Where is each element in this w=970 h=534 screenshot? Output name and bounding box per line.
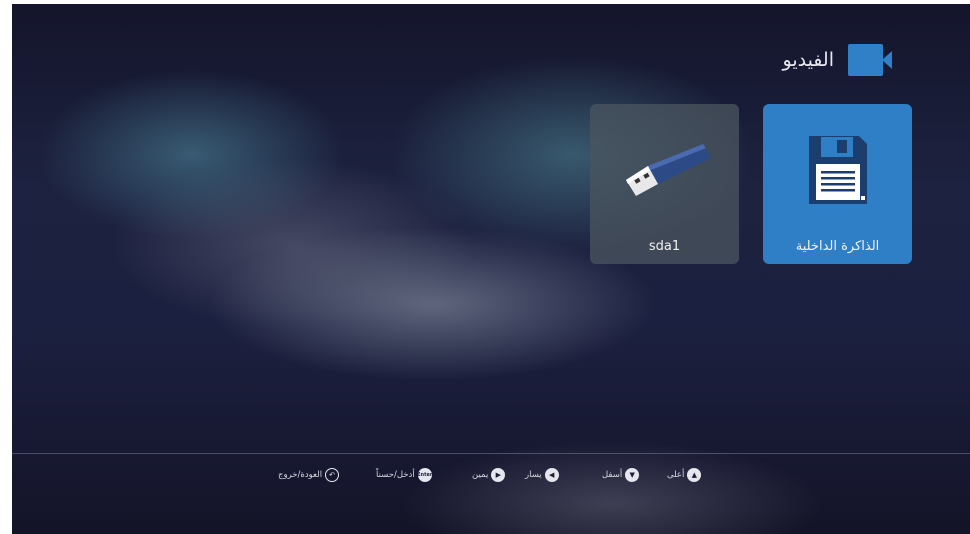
hint-up: أعلى ▲ bbox=[667, 468, 702, 482]
footer-divider bbox=[12, 453, 970, 454]
hint-label: أدخل/حسناً bbox=[376, 470, 415, 480]
screen: الفيديو الذاكرة الداخلية sda1 أعلى ▲ أسف… bbox=[12, 4, 970, 534]
page-header: الفيديو bbox=[782, 44, 892, 76]
back-return-icon: ↶ bbox=[325, 468, 340, 482]
enter-button-icon: Enter bbox=[417, 468, 432, 482]
hint-down: أسفل ▼ bbox=[602, 468, 640, 482]
left-arrow-icon: ◀ bbox=[544, 468, 559, 482]
hint-label: يمين bbox=[472, 470, 489, 480]
right-arrow-icon: ▶ bbox=[491, 468, 506, 482]
footer-hints: أعلى ▲ أسفل ▼ يسار ◀ يمين ▶ أدخل/حسناً E… bbox=[12, 468, 970, 488]
down-arrow-icon: ▼ bbox=[625, 468, 640, 482]
video-camera-icon bbox=[848, 44, 892, 76]
hint-label: العودة/خروج bbox=[278, 470, 323, 480]
hint-back: العودة/خروج ↶ bbox=[278, 468, 340, 482]
usb-drive-icon bbox=[626, 144, 711, 196]
hint-left: يسار ◀ bbox=[525, 468, 559, 482]
up-arrow-icon: ▲ bbox=[687, 468, 702, 482]
source-tile-sda1[interactable]: sda1 bbox=[590, 104, 739, 264]
floppy-disk-icon bbox=[809, 136, 867, 204]
source-tile-internal-memory[interactable]: الذاكرة الداخلية bbox=[763, 104, 912, 264]
page-title: الفيديو bbox=[782, 49, 835, 71]
hint-label: أعلى bbox=[667, 470, 685, 480]
hint-label: يسار bbox=[525, 470, 542, 480]
source-label: الذاكرة الداخلية bbox=[795, 239, 880, 254]
hint-enter: أدخل/حسناً Enter bbox=[376, 468, 432, 482]
hint-label: أسفل bbox=[602, 470, 623, 480]
hint-right: يمين ▶ bbox=[472, 468, 506, 482]
source-label: sda1 bbox=[648, 239, 681, 254]
